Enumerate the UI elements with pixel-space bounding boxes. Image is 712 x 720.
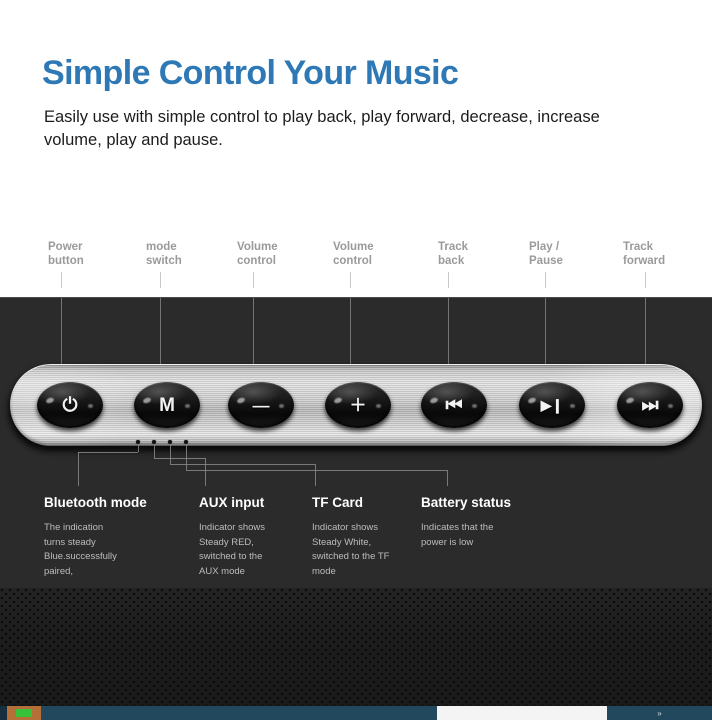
button-highlight-right — [668, 404, 673, 408]
track-back-button[interactable]: ⏮ — [421, 382, 487, 428]
button-highlight-right — [279, 404, 284, 408]
button-highlight-left — [333, 396, 343, 405]
callout-label-1: mode switch — [146, 241, 182, 267]
callout-label-5: Play / Pause — [529, 241, 563, 267]
page-title: Simple Control Your Music — [42, 54, 459, 92]
wire-vert-led-1 — [154, 444, 155, 458]
volume-up-button[interactable]: ＋ — [325, 382, 391, 428]
power-button[interactable]: ⏻ — [37, 382, 103, 428]
callout-label-line2-0: button — [48, 254, 84, 267]
button-highlight-left — [625, 396, 635, 405]
legend-title-1: AUX input — [199, 495, 265, 510]
callout-label-6: Track forward — [623, 241, 666, 267]
button-highlight-left — [45, 396, 55, 405]
wire-horiz-0 — [78, 452, 138, 453]
wire-vert-led-2 — [170, 444, 171, 464]
speaker-grille — [0, 588, 712, 708]
page-subtitle: Easily use with simple control to play b… — [44, 108, 600, 149]
legend-body-0: The indication turns steady Blue.success… — [44, 522, 117, 577]
wire-horiz-2 — [170, 464, 315, 465]
taskbar-app-icon[interactable] — [7, 706, 41, 720]
taskbar-overflow-icon[interactable]: » — [657, 709, 661, 718]
taskbar-task-area[interactable] — [41, 706, 437, 720]
panel-top-seam — [0, 297, 712, 298]
callout-label-line2-5: Pause — [529, 254, 563, 267]
callout-tick-2 — [253, 272, 254, 288]
callout-label-line2-1: switch — [146, 254, 182, 267]
callout-label-line2-4: back — [438, 254, 465, 267]
callout-tick-5 — [545, 272, 546, 288]
callout-label-3: Volume control — [333, 241, 374, 267]
wire-drop-1 — [205, 458, 206, 486]
wire-horiz-1 — [154, 458, 205, 459]
wire-drop-0 — [78, 452, 79, 486]
legend-body-3: Indicates that the power is low — [421, 522, 494, 548]
volume-down-icon: — — [252, 395, 270, 415]
callout-label-2: Volume control — [237, 241, 278, 267]
mode-switch-icon: M — [159, 394, 175, 416]
button-highlight-right — [185, 404, 190, 408]
legend-body-1: Indicator shows Steady RED, switched to … — [199, 522, 266, 577]
callout-label-0: Power button — [48, 241, 84, 267]
button-highlight-left — [429, 396, 439, 405]
legend-title-3: Battery status — [421, 495, 512, 510]
volume-up-icon: ＋ — [349, 395, 367, 415]
wire-vert-led-0 — [138, 444, 139, 452]
wire-horiz-3 — [186, 470, 447, 471]
os-taskbar[interactable]: » — [0, 706, 712, 720]
callout-label-4: Track back — [438, 241, 469, 267]
taskbar-start-button[interactable] — [0, 706, 7, 720]
track-forward-button[interactable]: ⏭ — [617, 382, 683, 428]
wire-drop-3 — [447, 470, 448, 486]
legend-body-2: Indicator shows Steady White, switched t… — [312, 522, 390, 577]
button-highlight-right — [88, 404, 93, 408]
button-highlight-right — [472, 404, 477, 408]
wire-vert-led-3 — [186, 444, 187, 470]
callout-tick-6 — [645, 272, 646, 288]
volume-down-button[interactable]: — — [228, 382, 294, 428]
button-highlight-left — [142, 396, 152, 405]
track-forward-icon: ⏭ — [641, 394, 659, 416]
track-back-icon: ⏮ — [445, 394, 463, 416]
power-icon: ⏻ — [62, 394, 78, 416]
callout-tick-4 — [448, 272, 449, 288]
mode-switch-button[interactable]: M — [134, 382, 200, 428]
callout-label-line2-6: forward — [623, 254, 666, 267]
button-highlight-right — [570, 404, 575, 408]
callout-tick-1 — [160, 272, 161, 288]
taskbar-app-glyph — [16, 709, 32, 717]
callout-tick-0 — [61, 272, 62, 288]
callout-label-line2-2: control — [237, 254, 276, 267]
wire-drop-2 — [315, 464, 316, 486]
callout-label-line2-3: control — [333, 254, 372, 267]
button-highlight-left — [236, 396, 246, 405]
button-highlight-right — [376, 404, 381, 408]
taskbar-active-window[interactable] — [437, 706, 607, 720]
taskbar-tray[interactable]: » — [607, 706, 712, 720]
legend-title-0: Bluetooth mode — [44, 495, 147, 510]
play-pause-button[interactable]: ▶❙ — [519, 382, 585, 428]
callout-tick-3 — [350, 272, 351, 288]
play-pause-icon: ▶❙ — [540, 397, 564, 413]
button-highlight-left — [527, 396, 537, 405]
legend-title-2: TF Card — [312, 495, 364, 510]
